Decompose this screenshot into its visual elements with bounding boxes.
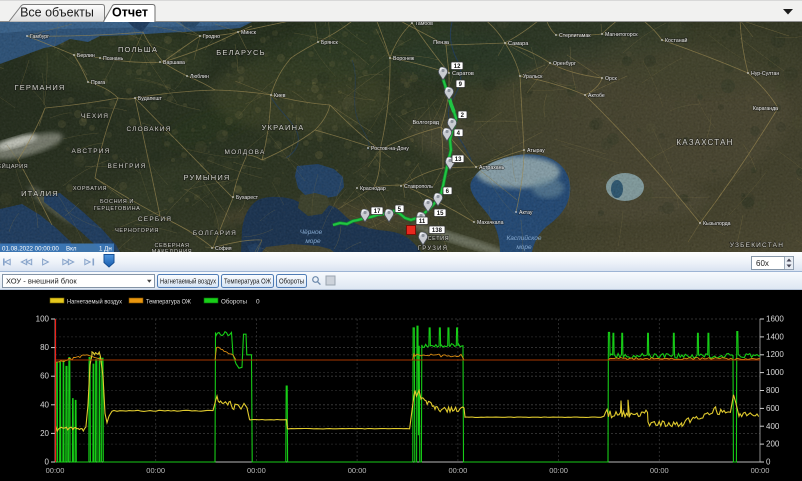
svg-text:1600: 1600 [766, 315, 784, 324]
svg-text:00:00: 00:00 [46, 466, 65, 475]
svg-text:Будапешт: Будапешт [138, 96, 162, 102]
svg-text:Обороты: Обороты [279, 278, 304, 286]
svg-text:море: море [305, 238, 321, 245]
svg-text:800: 800 [766, 386, 780, 395]
svg-text:17: 17 [374, 209, 381, 215]
svg-text:0: 0 [256, 299, 260, 306]
svg-text:АВСТРИЯ: АВСТРИЯ [71, 148, 110, 155]
svg-text:Берлин: Берлин [77, 53, 95, 59]
svg-text:1400: 1400 [766, 332, 784, 341]
svg-text:ШВЕЙЦАРИЯ: ШВЕЙЦАРИЯ [0, 162, 28, 170]
svg-text:Ростов-на-Дону: Ростов-на-Дону [371, 146, 409, 152]
svg-text:БЕЛАРУСЬ: БЕЛАРУСЬ [216, 48, 265, 57]
svg-text:Температура ОЖ: Температура ОЖ [146, 299, 191, 306]
svg-text:БОСНИЯ И: БОСНИЯ И [100, 199, 134, 205]
svg-text:Нур-Султан: Нур-Султан [751, 71, 779, 77]
svg-text:Познань: Познань [103, 56, 124, 62]
svg-text:Отчет: Отчет [112, 6, 148, 20]
svg-text:60: 60 [40, 372, 49, 381]
svg-text:13: 13 [455, 157, 462, 163]
svg-text:1000: 1000 [766, 368, 784, 377]
svg-text:Уральск: Уральск [523, 74, 543, 80]
svg-text:11: 11 [419, 219, 426, 225]
svg-text:Обороты: Обороты [221, 298, 247, 306]
svg-text:Пенза: Пенза [433, 40, 450, 46]
svg-text:УКРАИНА: УКРАИНА [262, 123, 305, 132]
svg-text:Ставрополь: Ставрополь [404, 184, 433, 190]
svg-text:80: 80 [40, 343, 49, 352]
svg-text:Нагнетаемый воздух: Нагнетаемый воздух [160, 278, 216, 286]
svg-text:200: 200 [766, 440, 780, 449]
svg-text:Актобе: Актобе [588, 93, 605, 99]
svg-text:00:00: 00:00 [751, 466, 770, 475]
svg-text:00:00: 00:00 [247, 466, 266, 475]
svg-text:Костанай: Костанай [665, 37, 687, 44]
svg-text:Киев: Киев [274, 93, 286, 99]
svg-text:Бухарест: Бухарест [236, 195, 259, 201]
svg-text:Оренбург: Оренбург [553, 61, 576, 67]
svg-text:00:00: 00:00 [650, 466, 669, 475]
svg-text:УЗБЕКИСТАН: УЗБЕКИСТАН [730, 242, 784, 249]
svg-text:400: 400 [766, 422, 780, 431]
svg-text:100: 100 [36, 315, 50, 324]
svg-text:Каспийское: Каспийское [506, 234, 541, 242]
svg-text:КАЗАХСТАН: КАЗАХСТАН [676, 138, 733, 147]
svg-text:600: 600 [766, 404, 780, 413]
svg-text:ГЕРМАНИЯ: ГЕРМАНИЯ [14, 83, 65, 92]
svg-text:Актау: Актау [519, 210, 533, 216]
svg-text:Люблин: Люблин [190, 74, 209, 80]
svg-text:Махачкала: Махачкала [477, 220, 504, 226]
svg-text:60x: 60x [756, 259, 769, 268]
svg-text:Волгоград: Волгоград [412, 120, 439, 126]
svg-text:1200: 1200 [766, 350, 784, 359]
svg-text:Магнитогорск: Магнитогорск [605, 32, 638, 38]
svg-text:ГЕРЦЕГОВИНА: ГЕРЦЕГОВИНА [94, 206, 141, 212]
svg-text:ХОУ - внешний блок: ХОУ - внешний блок [6, 277, 77, 286]
svg-text:ЧЕХИЯ: ЧЕХИЯ [81, 113, 109, 120]
svg-text:Гамбург: Гамбург [30, 34, 49, 40]
svg-text:Караганда: Караганда [753, 106, 778, 112]
svg-text:Краснодар: Краснодар [360, 186, 386, 192]
svg-text:ХОРВАТИЯ: ХОРВАТИЯ [73, 186, 107, 192]
svg-text:Астрахань: Астрахань [479, 165, 504, 171]
svg-text:Прага: Прага [91, 80, 105, 86]
svg-text:Кызылорда: Кызылорда [703, 221, 731, 227]
svg-text:Стерлитамак: Стерлитамак [559, 33, 591, 39]
svg-text:СЛОВАКИЯ: СЛОВАКИЯ [126, 126, 171, 133]
svg-text:12: 12 [454, 64, 461, 70]
svg-text:Минск: Минск [241, 30, 257, 36]
svg-text:Все объекты: Все объекты [20, 6, 94, 20]
svg-text:00:00: 00:00 [146, 466, 165, 475]
svg-text:40: 40 [40, 400, 49, 409]
svg-text:СЕРБИЯ: СЕРБИЯ [138, 216, 172, 223]
svg-text:138: 138 [432, 228, 443, 234]
svg-text:Температура ОЖ: Температура ОЖ [224, 279, 271, 286]
svg-text:Тамбов: Тамбов [415, 22, 433, 27]
svg-text:20: 20 [40, 429, 49, 438]
svg-text:ИТАЛИЯ: ИТАЛИЯ [21, 189, 59, 198]
svg-text:Нагнетаемый воздух: Нагнетаемый воздух [67, 298, 123, 306]
svg-text:Орск: Орск [605, 76, 618, 82]
svg-text:Воронеж: Воронеж [393, 56, 415, 62]
svg-text:15: 15 [437, 211, 444, 217]
svg-text:Гродно: Гродно [203, 34, 220, 40]
svg-text:Самара: Самара [508, 41, 529, 47]
svg-text:БОЛГАРИЯ: БОЛГАРИЯ [193, 230, 237, 237]
svg-text:Саратов: Саратов [452, 71, 474, 77]
svg-text:Атырау: Атырау [527, 148, 545, 154]
svg-text:00:00: 00:00 [449, 466, 468, 475]
svg-text:МОЛДОВА: МОЛДОВА [225, 149, 266, 156]
svg-text:ВЕНГРИЯ: ВЕНГРИЯ [108, 163, 147, 170]
svg-text:море: море [516, 244, 532, 251]
svg-text:ПОЛЬША: ПОЛЬША [118, 45, 158, 54]
svg-text:00:00: 00:00 [549, 466, 568, 475]
svg-text:РУМЫНИЯ: РУМЫНИЯ [183, 173, 230, 182]
svg-text:Чёрное: Чёрное [300, 229, 323, 236]
svg-text:00:00: 00:00 [348, 466, 367, 475]
svg-text:Варшава: Варшава [163, 60, 185, 66]
svg-text:ЧЕРНОГОРИЯ: ЧЕРНОГОРИЯ [115, 228, 159, 234]
svg-text:Брянск: Брянск [321, 40, 338, 46]
